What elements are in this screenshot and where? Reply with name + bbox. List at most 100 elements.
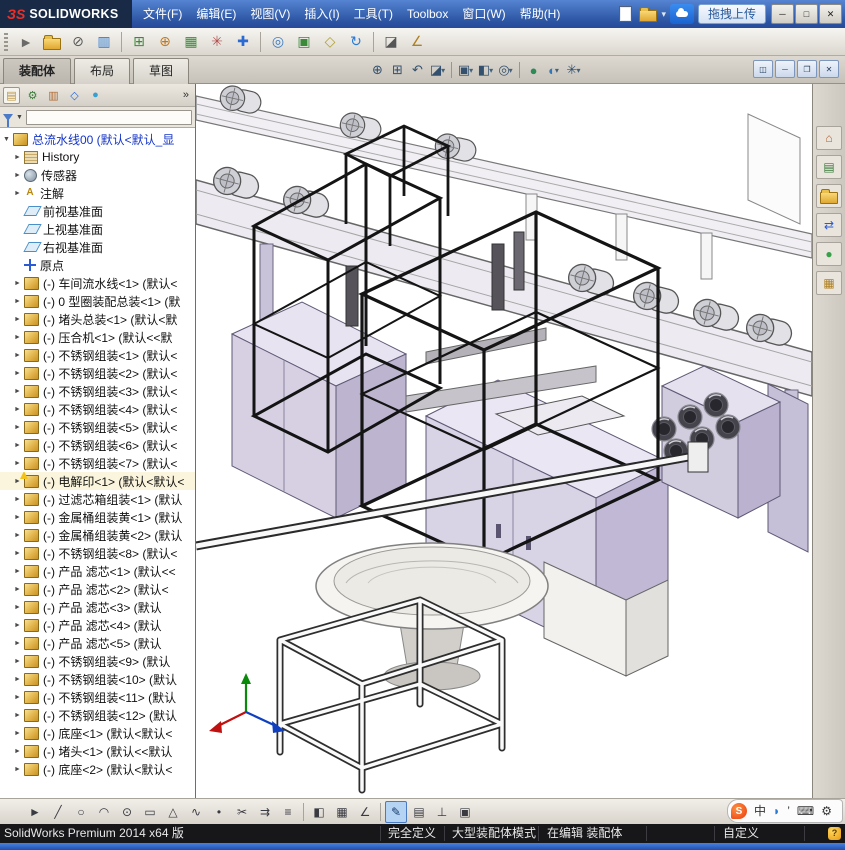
- menu-caret-icon[interactable]: ▾: [661, 9, 666, 20]
- arc-tool-icon[interactable]: ◠: [93, 801, 115, 823]
- dropdown-caret-icon[interactable]: ▾: [469, 66, 473, 75]
- expander-icon[interactable]: ►: [14, 532, 24, 539]
- section-view-icon[interactable]: ◪: [379, 30, 403, 54]
- help-icon[interactable]: ?: [828, 827, 841, 840]
- toolbox-icon[interactable]: ⚙: [821, 801, 832, 821]
- sketch-pattern-icon[interactable]: ▦: [331, 801, 353, 823]
- previous-view-icon[interactable]: ↶: [408, 60, 427, 80]
- tree-item[interactable]: ► (-) 产品 滤芯<3> (默认: [0, 598, 195, 616]
- tree-item[interactable]: ► (-) 不锈钢组装<1> (默认<: [0, 346, 195, 364]
- tree-item[interactable]: ► 传感器: [0, 166, 195, 184]
- tree-item[interactable]: 右视基准面: [0, 238, 195, 256]
- mirror-entities-icon[interactable]: ◧: [308, 801, 330, 823]
- tree-item[interactable]: ► (-) 金属桶组装黄<1> (默认: [0, 508, 195, 526]
- expander-icon[interactable]: ►: [14, 676, 24, 683]
- tab-layout[interactable]: 布局: [74, 58, 131, 84]
- child-minimize-button[interactable]: ─: [775, 60, 795, 78]
- toolbar-grip[interactable]: [4, 32, 8, 51]
- expander-icon[interactable]: ►: [14, 640, 24, 647]
- tree-item[interactable]: ► History: [0, 148, 195, 166]
- menu-edit[interactable]: 编辑(E): [189, 0, 243, 28]
- fullhalf-width-icon[interactable]: ◗: [773, 801, 780, 821]
- expander-icon[interactable]: ►: [14, 604, 24, 611]
- tree-item[interactable]: ► (-) 车间流水线<1> (默认<: [0, 274, 195, 292]
- dimxpertmanager-tab[interactable]: ◇: [66, 87, 83, 104]
- linear-pattern-icon[interactable]: ▦: [179, 30, 203, 54]
- expander-icon[interactable]: ►: [14, 712, 24, 719]
- circle-tool-icon[interactable]: ○: [70, 801, 92, 823]
- expander-icon[interactable]: ►: [14, 370, 24, 377]
- child-restore-button[interactable]: ❐: [797, 60, 817, 78]
- tab-sketch[interactable]: 草图: [133, 58, 190, 84]
- tree-item[interactable]: ► (-) 产品 滤芯<2> (默认<: [0, 580, 195, 598]
- filter-funnel-icon[interactable]: [3, 113, 13, 127]
- support-table[interactable]: [276, 596, 506, 794]
- filter-caret-icon[interactable]: ▼: [16, 114, 23, 121]
- attach-icon[interactable]: ⊘: [66, 30, 90, 54]
- propertymanager-tab[interactable]: ⚙: [24, 87, 41, 104]
- tree-item[interactable]: ► (-) 不锈钢组装<4> (默认<: [0, 400, 195, 418]
- close-button[interactable]: ✕: [819, 4, 842, 24]
- spline-tool-icon[interactable]: ∿: [185, 801, 207, 823]
- cloud-upload-icon[interactable]: [669, 4, 694, 24]
- dropdown-caret-icon[interactable]: ▾: [489, 66, 493, 75]
- tab-assembly[interactable]: 装配体: [3, 58, 72, 84]
- tree-item[interactable]: 上视基准面: [0, 220, 195, 238]
- menu-help[interactable]: 帮助(H): [513, 0, 568, 28]
- expander-icon[interactable]: ►: [14, 766, 24, 773]
- dropdown-caret-icon[interactable]: ▾: [576, 66, 580, 75]
- offset-entities-icon[interactable]: ≡: [277, 801, 299, 823]
- trim-tool-icon[interactable]: ✂: [231, 801, 253, 823]
- tree-item[interactable]: ► A 注解: [0, 184, 195, 202]
- expander-icon[interactable]: ►: [14, 496, 24, 503]
- design-library-icon[interactable]: ▤: [816, 155, 842, 179]
- menu-tools[interactable]: 工具(T): [347, 0, 400, 28]
- appearances-scenes-icon[interactable]: ●: [816, 242, 842, 266]
- tree-item[interactable]: ► (-) 压合机<1> (默认<<默: [0, 328, 195, 346]
- select-arrow-icon[interactable]: ►: [24, 801, 46, 823]
- menu-insert[interactable]: 插入(I): [297, 0, 346, 28]
- mate-icon[interactable]: ⊕: [153, 30, 177, 54]
- point-tool-icon[interactable]: •: [208, 801, 230, 823]
- smart-fastener-icon[interactable]: ✳: [205, 30, 229, 54]
- panel-expand-chevron[interactable]: »: [180, 89, 192, 101]
- tree-item[interactable]: ► (-) 堵头总装<1> (默认<默: [0, 310, 195, 328]
- menu-file[interactable]: 文件(F): [136, 0, 189, 28]
- custom-properties-icon[interactable]: ▦: [816, 271, 842, 295]
- expander-icon[interactable]: ►: [14, 550, 24, 557]
- measure-icon[interactable]: ∠: [405, 30, 429, 54]
- menu-toolbox[interactable]: Toolbox: [400, 0, 455, 28]
- expander-icon[interactable]: ►: [14, 424, 24, 431]
- machine-cabinet-left[interactable]: [230, 301, 408, 519]
- expander-icon[interactable]: ►: [14, 406, 24, 413]
- child-close-button[interactable]: ✕: [819, 60, 839, 78]
- menu-window[interactable]: 窗口(W): [455, 0, 512, 28]
- tree-item[interactable]: ► (-) 产品 滤芯<4> (默认: [0, 616, 195, 634]
- move-component-icon[interactable]: ✚: [231, 30, 255, 54]
- zoom-fit-icon[interactable]: ⊕: [368, 60, 387, 80]
- tree-item[interactable]: ► (-) 不锈钢组装<6> (默认<: [0, 436, 195, 454]
- open-folder-icon[interactable]: [638, 4, 658, 24]
- tree-item[interactable]: ► (-) 底座<1> (默认<默认<: [0, 724, 195, 742]
- insert-component-icon[interactable]: ⊞: [127, 30, 151, 54]
- tree-item[interactable]: ► (-) 不锈钢组装<3> (默认<: [0, 382, 195, 400]
- tree-item[interactable]: ► (-) 不锈钢组装<7> (默认<: [0, 454, 195, 472]
- expander-icon[interactable]: ►: [14, 280, 24, 287]
- minimize-button[interactable]: ─: [771, 4, 794, 24]
- zoom-area-icon[interactable]: ⊞: [388, 60, 407, 80]
- maximize-button[interactable]: □: [795, 4, 818, 24]
- ellipse-tool-icon[interactable]: ⊙: [116, 801, 138, 823]
- sketch-toggle-icon[interactable]: ✎: [385, 800, 407, 823]
- expander-icon[interactable]: ►: [14, 748, 24, 755]
- section-view-icon[interactable]: ◪ ▾: [428, 60, 447, 80]
- tree-item[interactable]: ► (-) 底座<2> (默认<默认<: [0, 760, 195, 778]
- solidworks-resources-icon[interactable]: ⌂: [816, 126, 842, 150]
- dropdown-caret-icon[interactable]: ▾: [441, 66, 445, 75]
- tree-item[interactable]: ► (-) 不锈钢组装<5> (默认<: [0, 418, 195, 436]
- expander-icon[interactable]: ►: [14, 154, 24, 161]
- show-hide-icon[interactable]: ◎: [266, 30, 290, 54]
- sogou-logo-icon[interactable]: S: [730, 803, 747, 819]
- dropdown-caret-icon[interactable]: ▾: [555, 66, 559, 75]
- apply-scene-icon[interactable]: ◐ ▾: [544, 60, 563, 80]
- tree-item[interactable]: 原点: [0, 256, 195, 274]
